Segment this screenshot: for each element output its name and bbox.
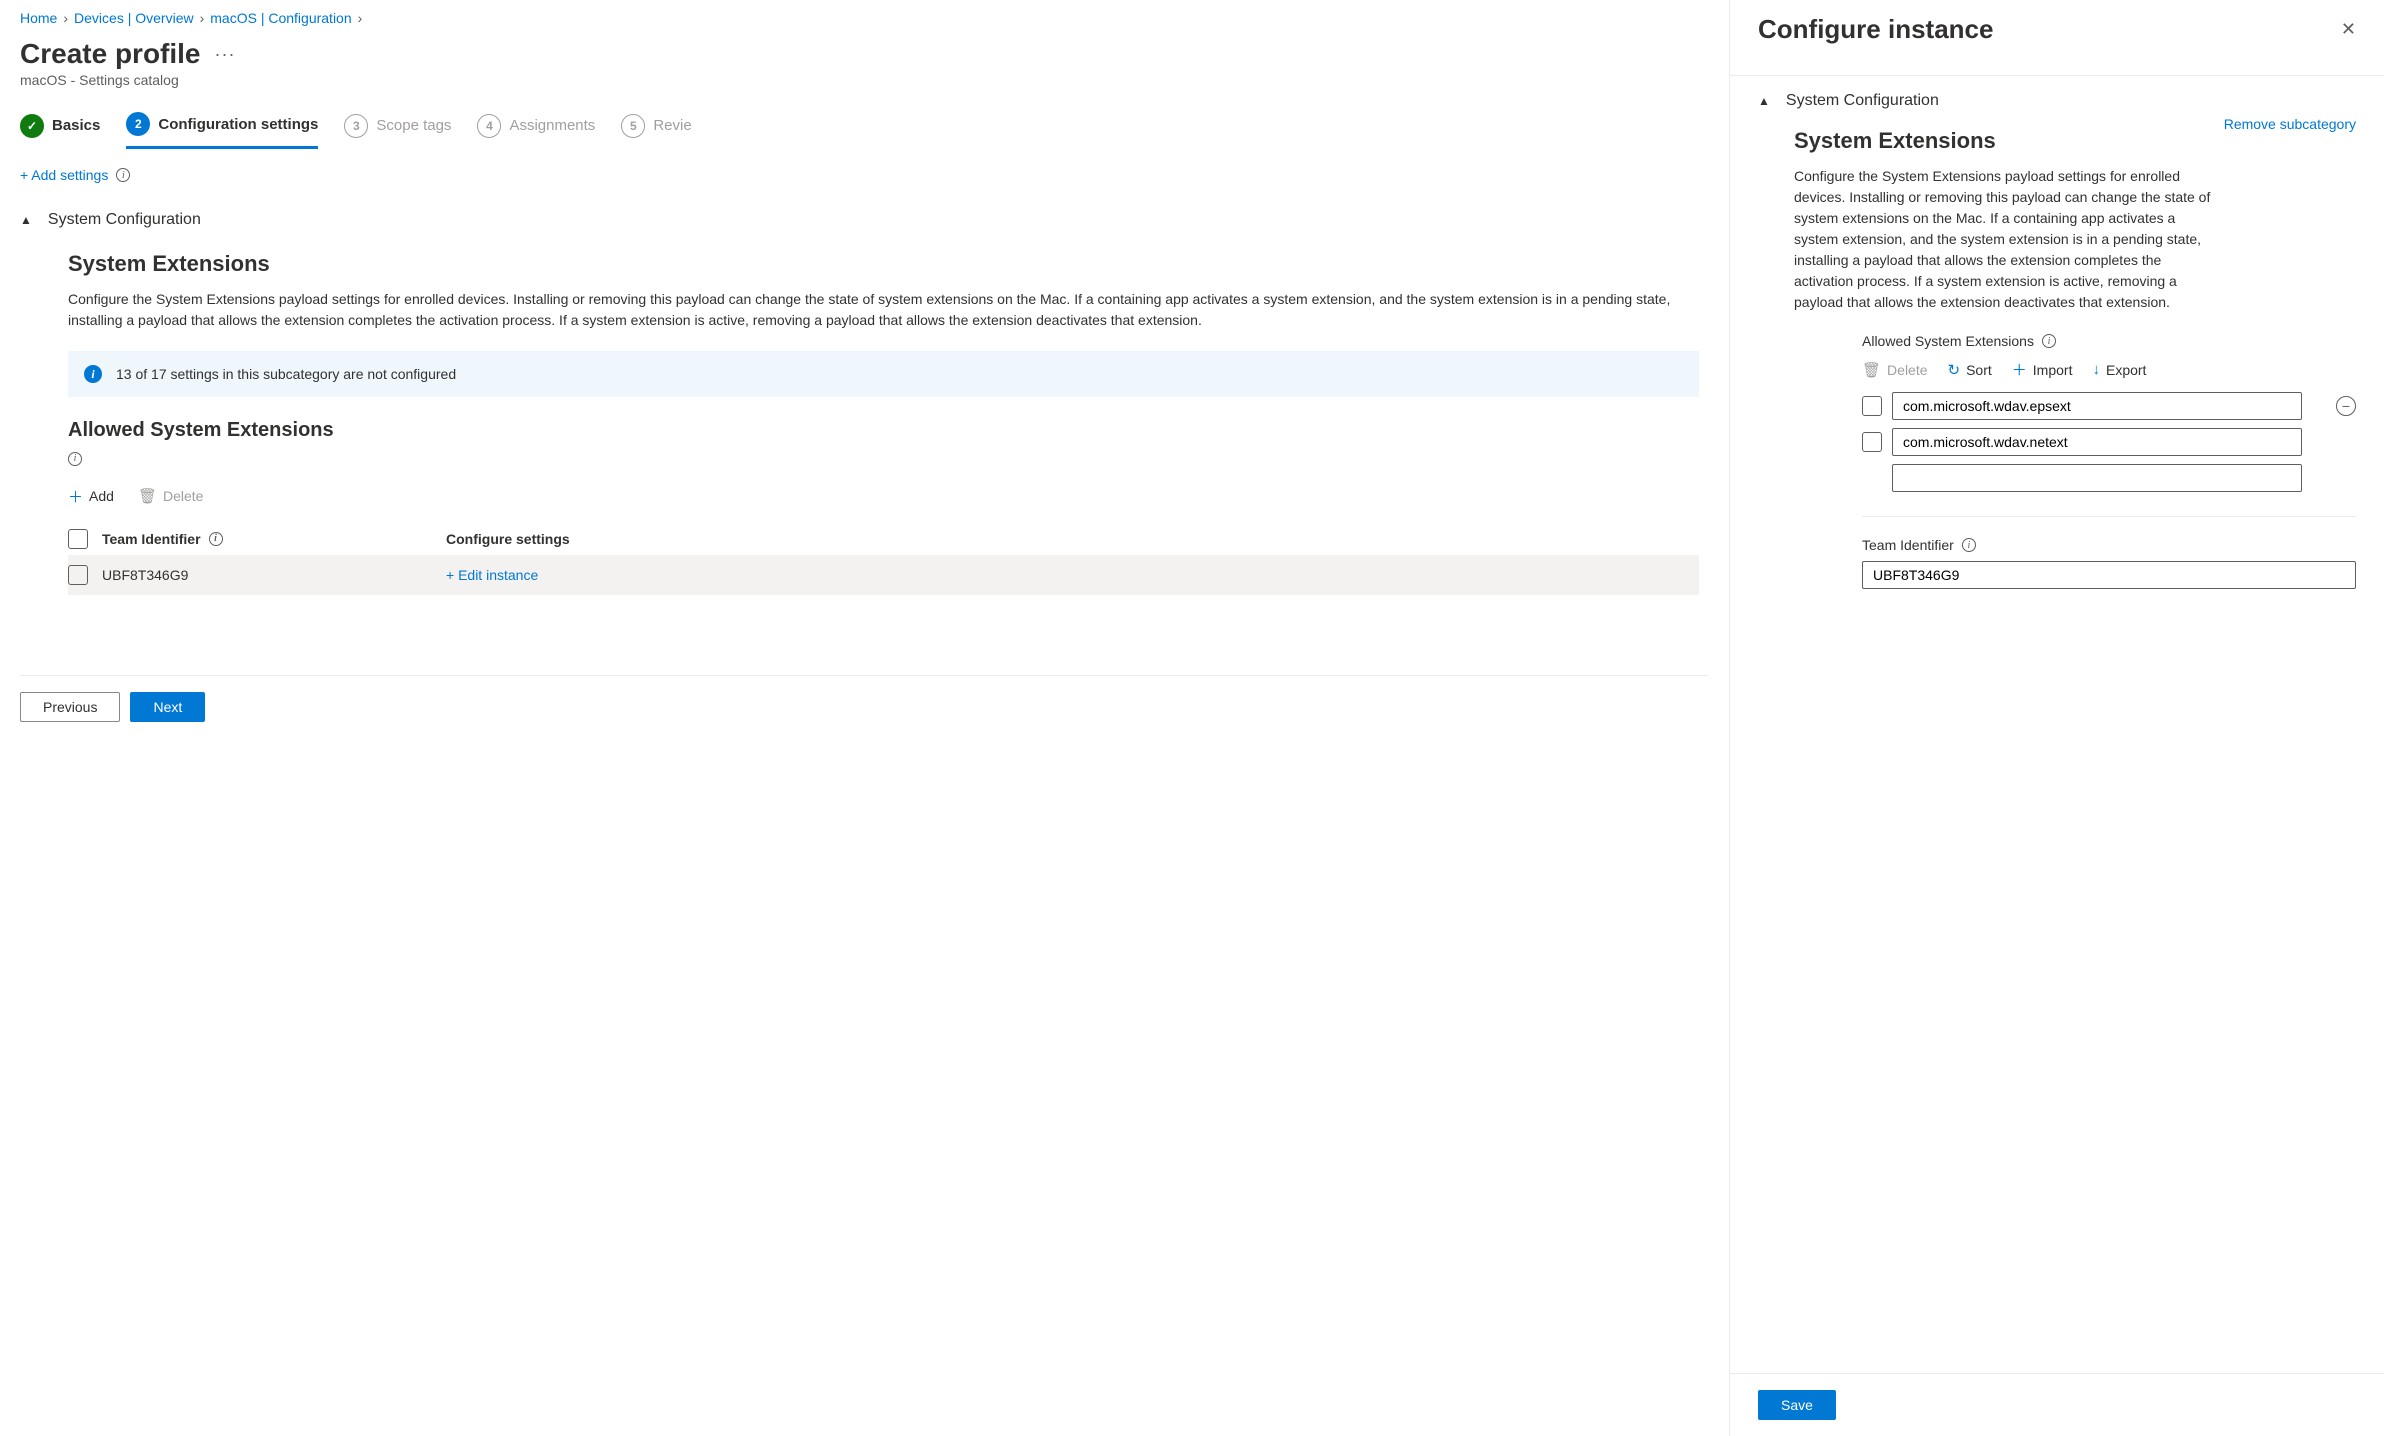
close-icon[interactable]: ✕ — [2341, 19, 2356, 40]
step-number-icon: 4 — [477, 114, 501, 138]
next-button[interactable]: Next — [130, 692, 205, 722]
breadcrumb-devices[interactable]: Devices | Overview — [74, 10, 194, 26]
step-number-icon: 3 — [344, 114, 368, 138]
panel-system-extensions-description: Configure the System Extensions payload … — [1794, 166, 2214, 313]
allowed-extensions-label: Allowed System Extensions — [1862, 333, 2034, 349]
wizard-step-label: Revie — [653, 117, 691, 134]
remove-row-icon[interactable]: − — [2336, 396, 2356, 416]
info-icon[interactable]: i — [68, 452, 82, 466]
row-checkbox[interactable] — [68, 565, 88, 585]
check-icon: ✓ — [20, 114, 44, 138]
column-configure-settings: Configure settings — [446, 531, 570, 547]
wizard-step-label: Configuration settings — [158, 116, 318, 133]
add-settings-button[interactable]: + Add settings — [20, 167, 108, 183]
extension-input-1[interactable] — [1892, 392, 2302, 420]
chevron-right-icon: › — [358, 10, 363, 26]
panel-section-system-config[interactable]: ▲ System Configuration — [1758, 92, 2356, 110]
wizard-step-config[interactable]: 2 Configuration settings — [126, 112, 318, 149]
panel-delete-button[interactable]: 🗑 Delete — [1862, 359, 1928, 380]
add-button[interactable]: ＋ Add — [68, 486, 114, 507]
table-row: UBF8T346G9 + Edit instance — [68, 555, 1699, 595]
wizard-step-label: Basics — [52, 117, 100, 134]
team-identifier-value: UBF8T346G9 — [102, 567, 432, 583]
wizard-step-assignments[interactable]: 4 Assignments — [477, 114, 595, 148]
wizard-steps: ✓ Basics 2 Configuration settings 3 Scop… — [20, 112, 1709, 149]
banner-text: 13 of 17 settings in this subcategory ar… — [116, 366, 456, 382]
extension-input-2[interactable] — [1892, 428, 2302, 456]
chevron-up-icon: ▲ — [1758, 94, 1770, 108]
info-icon[interactable]: i — [116, 168, 130, 182]
chevron-up-icon: ▲ — [20, 213, 32, 227]
select-all-checkbox[interactable] — [68, 529, 88, 549]
panel-system-extensions-title: System Extensions — [1794, 128, 1996, 154]
separator — [1862, 516, 2356, 517]
wizard-footer: Previous Next — [20, 675, 1709, 738]
panel-export-button[interactable]: ↓ Export — [2092, 359, 2146, 380]
sort-icon: ↻ — [1948, 361, 1961, 379]
download-icon: ↓ — [2092, 361, 2100, 378]
edit-instance-link[interactable]: + Edit instance — [446, 567, 538, 583]
plus-icon: ＋ — [68, 486, 83, 507]
info-banner: i 13 of 17 settings in this subcategory … — [68, 351, 1699, 397]
wizard-step-basics[interactable]: ✓ Basics — [20, 114, 100, 148]
section-label: System Configuration — [1786, 92, 1939, 110]
plus-icon: ＋ — [2012, 359, 2027, 380]
panel-sort-button[interactable]: ↻ Sort — [1948, 359, 1992, 380]
chevron-right-icon: › — [200, 10, 205, 26]
wizard-step-review[interactable]: 5 Revie — [621, 114, 691, 148]
page-title: Create profile — [20, 38, 201, 70]
save-button[interactable]: Save — [1758, 1390, 1836, 1420]
system-extensions-title: System Extensions — [68, 251, 1699, 277]
section-label: System Configuration — [48, 211, 201, 229]
step-number-icon: 2 — [126, 112, 150, 136]
add-label: Add — [89, 488, 114, 504]
extension-row — [1794, 428, 2356, 456]
chevron-right-icon: › — [63, 10, 68, 26]
breadcrumb-macos[interactable]: macOS | Configuration — [210, 10, 351, 26]
extension-checkbox[interactable] — [1862, 396, 1882, 416]
page-subtitle: macOS - Settings catalog — [20, 72, 1709, 88]
info-icon[interactable]: i — [2042, 334, 2056, 348]
team-identifier-input[interactable] — [1862, 561, 2356, 589]
step-number-icon: 5 — [621, 114, 645, 138]
wizard-step-label: Scope tags — [376, 117, 451, 134]
extension-checkbox[interactable] — [1862, 432, 1882, 452]
breadcrumb-home[interactable]: Home — [20, 10, 57, 26]
team-identifier-label: Team Identifier — [1862, 537, 1954, 553]
delete-label: Delete — [163, 488, 203, 504]
configure-instance-panel: Configure instance ✕ ▲ System Configurat… — [1729, 0, 2384, 1436]
more-actions-button[interactable]: ··· — [215, 44, 236, 65]
extension-row — [1794, 464, 2356, 492]
breadcrumb: Home › Devices | Overview › macOS | Conf… — [20, 0, 1709, 26]
table-header: Team Identifier i Configure settings — [68, 523, 1699, 555]
panel-title: Configure instance — [1758, 14, 1993, 45]
allowed-extensions-title: Allowed System Extensions — [68, 419, 334, 442]
info-icon[interactable]: i — [209, 532, 223, 546]
system-extensions-description: Configure the System Extensions payload … — [68, 289, 1699, 331]
wizard-step-scope[interactable]: 3 Scope tags — [344, 114, 451, 148]
trash-icon: 🗑 — [138, 487, 157, 505]
delete-button[interactable]: 🗑 Delete — [138, 486, 204, 507]
section-system-config[interactable]: ▲ System Configuration — [20, 211, 1709, 229]
trash-icon: 🗑 — [1862, 361, 1881, 379]
info-icon: i — [84, 365, 102, 383]
info-icon[interactable]: i — [1962, 538, 1976, 552]
extension-input-empty[interactable] — [1892, 464, 2302, 492]
extension-row: − — [1794, 392, 2356, 420]
remove-subcategory-link[interactable]: Remove subcategory — [2224, 116, 2356, 132]
column-team-identifier[interactable]: Team Identifier i — [102, 531, 432, 547]
wizard-step-label: Assignments — [509, 117, 595, 134]
previous-button[interactable]: Previous — [20, 692, 120, 722]
panel-import-button[interactable]: ＋ Import — [2012, 359, 2073, 380]
